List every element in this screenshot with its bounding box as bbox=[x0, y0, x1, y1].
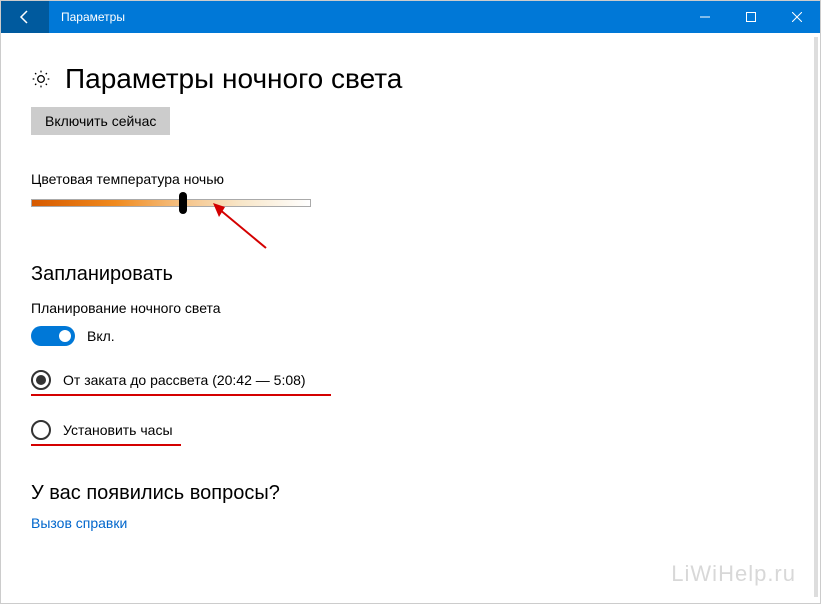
schedule-toggle-row: Вкл. bbox=[31, 326, 790, 346]
radio-hours-label: Установить часы bbox=[63, 422, 173, 438]
back-button[interactable] bbox=[1, 1, 49, 33]
toggle-state-label: Вкл. bbox=[87, 328, 115, 344]
watermark-text: LiWiHelp.ru bbox=[671, 561, 796, 587]
window-title: Параметры bbox=[61, 10, 682, 24]
color-temp-slider[interactable] bbox=[31, 199, 311, 207]
toggle-knob bbox=[59, 330, 71, 342]
annotation-underline bbox=[31, 444, 181, 446]
gear-icon bbox=[31, 69, 51, 89]
radio-sunset-to-sunrise[interactable]: От заката до рассвета (20:42 — 5:08) bbox=[31, 370, 790, 390]
color-temp-label: Цветовая температура ночью bbox=[31, 171, 790, 187]
annotation-underline bbox=[31, 394, 331, 396]
vertical-scrollbar[interactable] bbox=[814, 37, 818, 597]
content-area: Параметры ночного света Включить сейчас … bbox=[1, 33, 820, 553]
annotation-arrow-icon bbox=[211, 203, 271, 253]
schedule-heading: Запланировать bbox=[31, 263, 790, 286]
radio-icon bbox=[31, 420, 51, 440]
schedule-toggle[interactable] bbox=[31, 326, 75, 346]
window-controls bbox=[682, 1, 820, 33]
back-arrow-icon bbox=[17, 9, 33, 25]
planning-label: Планирование ночного света bbox=[31, 300, 790, 316]
maximize-icon bbox=[746, 12, 756, 22]
close-button[interactable] bbox=[774, 1, 820, 33]
radio-icon bbox=[31, 370, 51, 390]
slider-thumb[interactable] bbox=[179, 192, 187, 214]
turn-on-now-button[interactable]: Включить сейчас bbox=[31, 107, 170, 135]
questions-heading: У вас появились вопросы? bbox=[31, 482, 790, 505]
page-title: Параметры ночного света bbox=[65, 63, 402, 95]
radio-set-hours[interactable]: Установить часы bbox=[31, 420, 790, 440]
minimize-button[interactable] bbox=[682, 1, 728, 33]
close-icon bbox=[792, 12, 802, 22]
radio-sunset-label: От заката до рассвета (20:42 — 5:08) bbox=[63, 372, 306, 388]
help-link[interactable]: Вызов справки bbox=[31, 515, 127, 531]
page-header: Параметры ночного света bbox=[31, 63, 790, 95]
window-titlebar: Параметры bbox=[1, 1, 820, 33]
minimize-icon bbox=[700, 12, 710, 22]
maximize-button[interactable] bbox=[728, 1, 774, 33]
